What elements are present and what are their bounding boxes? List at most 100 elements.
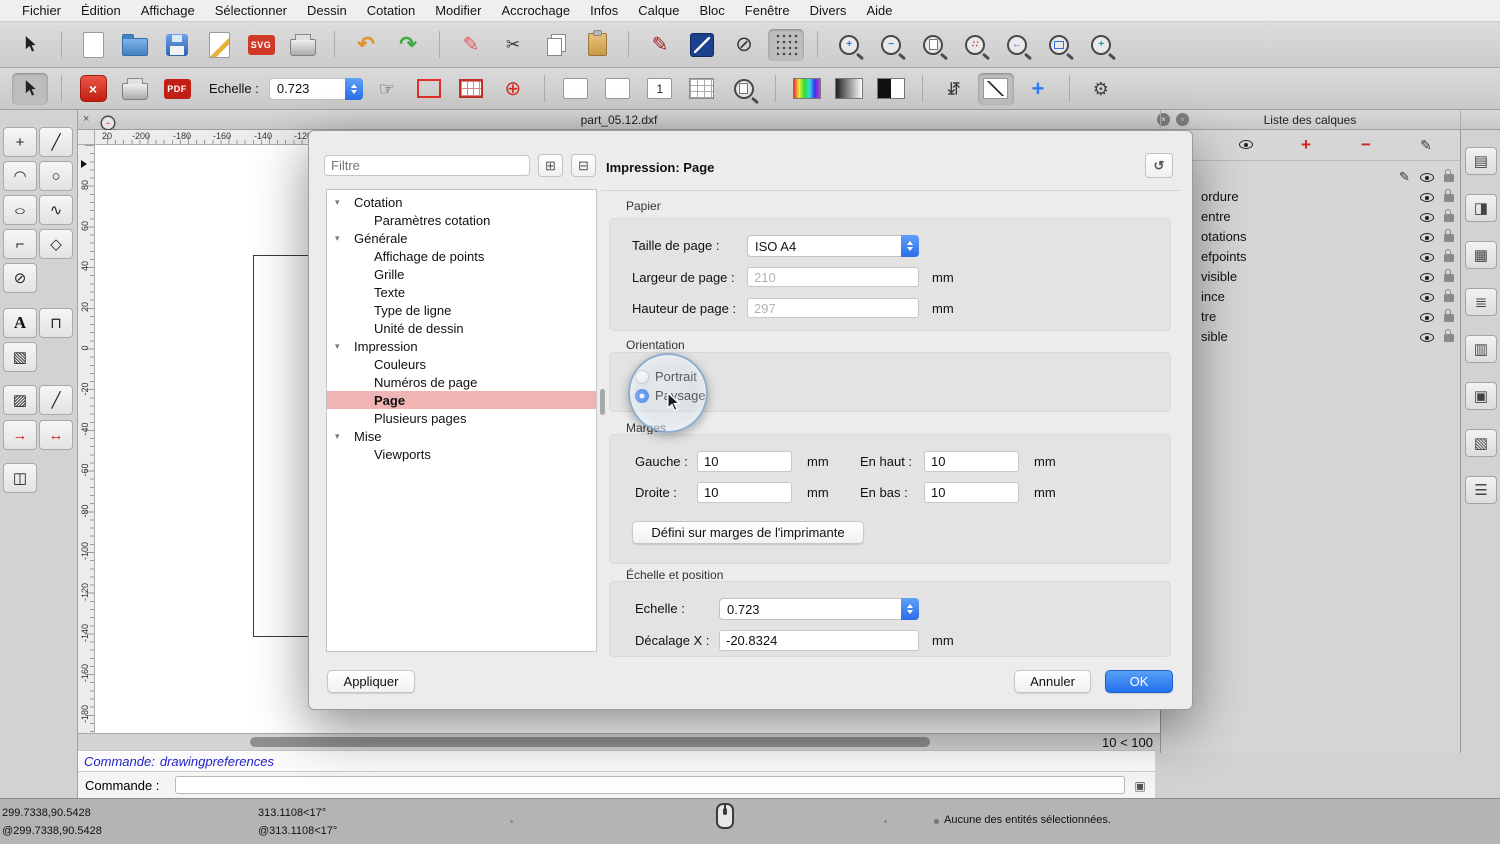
copy-button[interactable] [537, 29, 573, 61]
printer-margins-button[interactable]: Défini sur marges de l'imprimante [632, 521, 864, 544]
tree-item-texte[interactable]: Texte [327, 283, 596, 301]
layer-row[interactable]: visible [1161, 267, 1460, 287]
layer-visibility-eye-icon[interactable] [1420, 213, 1434, 222]
collapse-all-button[interactable]: ⊟ [571, 154, 596, 177]
layer-row[interactable]: entre [1161, 207, 1460, 227]
fillet-tool-button[interactable]: ⌐ [3, 229, 37, 259]
snap-grid-button[interactable] [768, 29, 804, 61]
solid-fill-tool-button[interactable]: ▨ [3, 385, 37, 415]
menu-item-dessin[interactable]: Dessin [297, 3, 357, 18]
block-list-button[interactable]: ▦ [1465, 241, 1497, 269]
layer-row[interactable]: efpoints [1161, 247, 1460, 267]
zoom-out-button[interactable]: − [873, 29, 909, 61]
layer-visibility-eye-icon[interactable] [1420, 233, 1434, 242]
tree-item-type-de-ligne[interactable]: Type de ligne [327, 301, 596, 319]
save-button[interactable] [159, 29, 195, 61]
layer-visibility-eye-icon[interactable] [1420, 313, 1434, 322]
tree-item-unité-de-dessin[interactable]: Unité de dessin [327, 319, 596, 337]
reset-button[interactable]: ↺ [1145, 153, 1173, 178]
svg-export-button[interactable]: SVG [243, 29, 279, 61]
tree-item-paramètres-cotation[interactable]: Paramètres cotation [327, 211, 596, 229]
add-point-button[interactable]: + [1020, 73, 1056, 105]
menu-item-infos[interactable]: Infos [580, 3, 628, 18]
line-tool-button[interactable]: ╱ [39, 127, 73, 157]
command-input[interactable] [175, 776, 1125, 794]
paste-button[interactable] [579, 29, 615, 61]
dialog-scale-combobox[interactable]: 0.723 [719, 598, 919, 620]
page-size-combobox[interactable]: ISO A4 [747, 235, 919, 257]
arc-tool-button[interactable]: ◠ [3, 161, 37, 191]
undo-button[interactable]: ↶ [348, 29, 384, 61]
grayscale-button[interactable] [831, 73, 867, 105]
layer-lock-icon[interactable] [1444, 254, 1454, 262]
zoom-page-button[interactable] [915, 29, 951, 61]
tree-item-page[interactable]: Page [327, 391, 596, 409]
layer-row[interactable]: sible [1161, 327, 1460, 347]
stepper-icon[interactable] [901, 235, 919, 257]
menu-item-fichier[interactable]: Fichier [12, 3, 71, 18]
menu-item-calque[interactable]: Calque [628, 3, 689, 18]
layer-lock-icon[interactable] [1444, 174, 1454, 182]
polyline-button[interactable] [684, 29, 720, 61]
layer-visibility-eye-icon[interactable] [1420, 253, 1434, 262]
tree-item-grille[interactable]: Grille [327, 265, 596, 283]
print-button[interactable] [117, 73, 153, 105]
layer-lock-icon[interactable] [1444, 274, 1454, 282]
layer-visibility-eye-icon[interactable] [1420, 193, 1434, 202]
apply-button[interactable]: Appliquer [327, 670, 415, 693]
menu-item-bloc[interactable]: Bloc [689, 3, 734, 18]
dimension-tool-button[interactable]: ⊓ [39, 308, 73, 338]
margin-bottom-field[interactable]: 10 [924, 482, 1019, 503]
hatch-tool-button[interactable]: ⊘ [3, 263, 37, 293]
polygon-tool-button[interactable]: ◇ [39, 229, 73, 259]
layer-row[interactable]: tre [1161, 307, 1460, 327]
menu-item-modifier[interactable]: Modifier [425, 3, 491, 18]
layer-lock-icon[interactable] [1444, 334, 1454, 342]
dim-arrow-tool-button[interactable]: ↔ [39, 420, 73, 450]
point-tool-button[interactable]: + [3, 127, 37, 157]
viewport-b-button[interactable] [600, 73, 636, 105]
document-tab-title[interactable]: part_05.12.dxf [78, 113, 1160, 127]
tools-button[interactable]: ⚙ [1083, 73, 1119, 105]
tree-item-couleurs[interactable]: Couleurs [327, 355, 596, 373]
tree-item-numéros-de-page[interactable]: Numéros de page [327, 373, 596, 391]
layer-row[interactable]: ordure [1161, 187, 1460, 207]
misc-panel-button[interactable]: ☰ [1465, 476, 1497, 504]
viewport-a-button[interactable] [558, 73, 594, 105]
tree-item-viewports[interactable]: Viewports [327, 445, 596, 463]
new-file-button[interactable] [75, 29, 111, 61]
draw-pen-button[interactable]: ✎ [642, 29, 678, 61]
grid-toggle-button[interactable] [453, 73, 489, 105]
menu-item-édition[interactable]: Édition [71, 3, 131, 18]
layer-row[interactable]: otations [1161, 227, 1460, 247]
command-panel-button[interactable]: ▣ [1130, 777, 1150, 794]
modify-tool-button[interactable]: → [3, 420, 37, 450]
margin-top-field[interactable]: 10 [924, 451, 1019, 472]
edit-drawing-button[interactable] [201, 29, 237, 61]
add-layer-button[interactable]: + [1294, 133, 1318, 156]
selection-filter-button[interactable]: ▧ [1465, 429, 1497, 457]
view-list-button[interactable]: ≣ [1465, 288, 1497, 316]
full-color-button[interactable] [789, 73, 825, 105]
menu-item-affichage[interactable]: Affichage [131, 3, 205, 18]
zoom-in-button[interactable]: + [831, 29, 867, 61]
tree-item-générale[interactable]: ▾Générale [327, 229, 596, 247]
edit-layer-button[interactable]: ✎ [1414, 133, 1438, 156]
tree-item-mise[interactable]: ▾Mise [327, 427, 596, 445]
layer-lock-icon[interactable] [1444, 314, 1454, 322]
offset-x-field[interactable]: -20.8324 [719, 630, 919, 651]
spline-tool-button[interactable]: ∿ [39, 195, 73, 225]
tree-item-impression[interactable]: ▾Impression [327, 337, 596, 355]
cursor-tool-button[interactable] [12, 29, 48, 61]
command-line-panel-button[interactable]: ▣ [1465, 382, 1497, 410]
layer-lock-icon[interactable] [1444, 194, 1454, 202]
box-tool-button[interactable]: ◫ [3, 463, 37, 493]
menu-item-sélectionner[interactable]: Sélectionner [205, 3, 297, 18]
pan-button[interactable]: ☞ [369, 73, 405, 105]
ok-button[interactable]: OK [1105, 670, 1173, 693]
zoom-sheet-button[interactable] [726, 73, 762, 105]
grid-view-button[interactable] [684, 73, 720, 105]
chevron-down-icon[interactable]: ▾ [335, 233, 348, 244]
chevron-down-icon[interactable]: ▾ [335, 341, 348, 352]
layer-visibility-eye-icon[interactable] [1420, 173, 1434, 182]
